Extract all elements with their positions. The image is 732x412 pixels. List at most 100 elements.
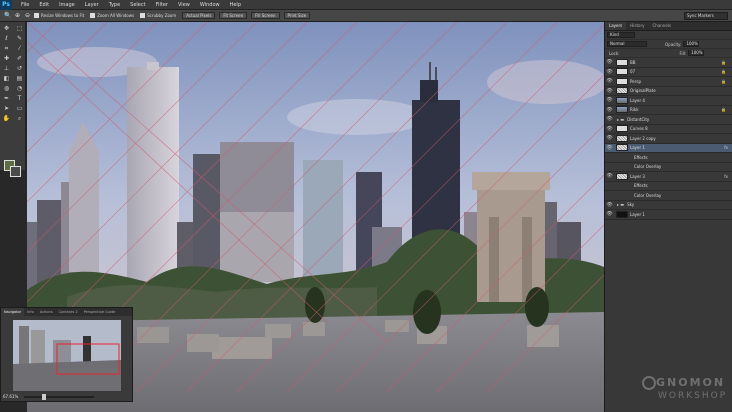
menu-layer[interactable]: Layer [80, 2, 104, 8]
visibility-eye-icon[interactable]: 👁 [605, 135, 614, 141]
zoom-in-icon[interactable]: ⊕ [14, 12, 21, 19]
layer-row[interactable]: 👁 Curves 8 [605, 125, 732, 134]
layer-thumbnail [616, 210, 628, 218]
navigator-preview[interactable] [13, 320, 121, 391]
layer-row[interactable]: 👁 Rikk 🔒 [605, 106, 732, 115]
workspace-switcher[interactable]: Sync Markers [684, 12, 728, 20]
layer-name: Color Overlay [634, 192, 662, 198]
menu-file[interactable]: File [16, 2, 34, 8]
crop-tool-icon[interactable]: ⌗ [2, 45, 11, 53]
blend-mode-select[interactable]: Normal [607, 41, 647, 47]
layer-row[interactable]: 👁 ▸ ▬ DistantCity [605, 115, 732, 125]
zoom-slider-handle[interactable] [42, 393, 47, 400]
blur-tool-icon[interactable]: ◍ [2, 85, 11, 93]
history-brush-tool-icon[interactable]: ↺ [15, 65, 24, 73]
print-size-button[interactable]: Print Size [283, 12, 311, 19]
fill-screen-button[interactable]: Fill Screen [251, 12, 280, 19]
gradient-tool-icon[interactable]: ▤ [15, 75, 24, 83]
folder-icon[interactable]: ▸ ▬ [617, 117, 624, 122]
tab-channels[interactable]: Channels [648, 22, 675, 30]
resize-windows-checkbox[interactable]: Resize Windows to Fit [34, 13, 84, 18]
menu-select[interactable]: Select [125, 2, 150, 8]
visibility-eye-icon[interactable]: 👁 [605, 69, 614, 75]
layer-row[interactable]: Effects [605, 182, 732, 191]
layer-row[interactable]: 👁 Persp 🔒 [605, 77, 732, 87]
menu-view[interactable]: View [173, 2, 195, 8]
layer-row[interactable]: 👁 07 🔒 [605, 68, 732, 77]
clone-stamp-tool-icon[interactable]: ⊥ [2, 65, 11, 73]
type-tool-icon[interactable]: T [15, 95, 24, 103]
layers-list: 👁 BB 🔒 👁 07 🔒 👁 Persp 🔒 👁 OriginalPlate 👁 Layer 4 👁 Ri… [605, 58, 732, 220]
tab-layers[interactable]: Layers [605, 22, 627, 30]
tab-navigator[interactable]: Navigator [1, 308, 25, 316]
pen-tool-icon[interactable]: ✒ [2, 95, 11, 103]
menu-window[interactable]: Window [195, 2, 225, 8]
marquee-tool-icon[interactable]: ⬚ [15, 25, 24, 33]
brush-tool-icon[interactable]: ✐ [15, 55, 24, 63]
tab-info[interactable]: Info [24, 308, 37, 316]
layer-name: Effects [634, 183, 648, 189]
tab-perspective-guide[interactable]: Perspective Guide [81, 308, 119, 316]
move-tool-icon[interactable]: ✥ [2, 25, 11, 33]
menu-type[interactable]: Type [104, 2, 125, 8]
eraser-tool-icon[interactable]: ◧ [2, 75, 11, 83]
layer-row[interactable]: 👁 Layer 2 copy [605, 134, 732, 144]
layer-row[interactable]: 👁 OriginalPlate [605, 87, 732, 96]
filter-kind-select[interactable]: Kind [607, 32, 635, 38]
menu-image[interactable]: Image [54, 2, 80, 8]
layer-row[interactable]: 👁 Layer 1 [605, 210, 732, 220]
visibility-eye-icon[interactable]: 👁 [605, 78, 614, 84]
layer-row[interactable]: Color Overlay [605, 163, 732, 172]
path-select-tool-icon[interactable]: ➤ [2, 105, 11, 113]
fill-field[interactable]: 100% [688, 50, 705, 56]
quick-select-tool-icon[interactable]: ✎ [15, 35, 24, 43]
layer-name: Color Overlay [634, 164, 662, 170]
visibility-eye-icon[interactable]: 👁 [605, 211, 614, 217]
layer-row[interactable]: Color Overlay [605, 191, 732, 201]
zoom-slider[interactable] [24, 393, 95, 400]
tab-history[interactable]: History [626, 22, 648, 30]
layer-fx-badge[interactable]: fx [724, 145, 728, 150]
visibility-eye-icon[interactable]: 👁 [605, 107, 614, 113]
folder-icon[interactable]: ▸ ▬ [617, 202, 624, 207]
zoom-all-windows-checkbox[interactable]: Zoom All Windows [90, 13, 134, 18]
fit-screen-button[interactable]: Fit Screen [219, 12, 248, 19]
eyedropper-tool-icon[interactable]: ⁄ [15, 45, 24, 53]
visibility-eye-icon[interactable]: 👁 [605, 116, 614, 122]
actual-pixels-button[interactable]: Actual Pixels [182, 12, 216, 19]
opacity-field[interactable]: 100% [683, 41, 700, 47]
visibility-eye-icon[interactable]: 👁 [605, 97, 614, 103]
healing-tool-icon[interactable]: ✚ [2, 55, 11, 63]
visibility-eye-icon[interactable]: 👁 [605, 145, 614, 151]
layer-row[interactable]: 👁 BB 🔒 [605, 58, 732, 68]
layer-thumbnail [616, 125, 628, 133]
menu-edit[interactable]: Edit [34, 2, 54, 8]
layer-row[interactable]: Effects [605, 153, 732, 163]
zoom-tool-icon[interactable]: 🔍 [4, 12, 11, 19]
zoom-tool-icon[interactable]: ⌕ [15, 115, 24, 123]
menu-help[interactable]: Help [225, 2, 246, 8]
layer-row[interactable]: 👁 Layer 1 fx [605, 143, 732, 153]
visibility-eye-icon[interactable]: 👁 [605, 202, 614, 208]
background-color-swatch[interactable] [10, 166, 21, 177]
layer-row[interactable]: 👁 Layer 3 fx [605, 172, 732, 182]
scrubby-zoom-checkbox[interactable]: Scrubby Zoom [140, 13, 176, 18]
layer-fx-badge[interactable]: fx [724, 174, 728, 179]
visibility-eye-icon[interactable]: 👁 [605, 59, 614, 65]
color-swatches[interactable] [4, 160, 22, 178]
visibility-eye-icon[interactable]: 👁 [605, 88, 614, 94]
layer-row[interactable]: 👁 Layer 4 [605, 96, 732, 106]
zoom-out-icon[interactable]: ⊖ [24, 12, 31, 19]
dodge-tool-icon[interactable]: ◔ [15, 85, 24, 93]
tab-actions[interactable]: Actions [37, 308, 56, 316]
shape-tool-icon[interactable]: ▭ [15, 105, 24, 113]
lasso-tool-icon[interactable]: ℓ [2, 35, 11, 43]
visibility-eye-icon[interactable]: 👁 [605, 126, 614, 132]
hand-tool-icon[interactable]: ✋ [2, 115, 11, 123]
tab-contents[interactable]: Contents 2 [56, 308, 81, 316]
menu-filter[interactable]: Filter [151, 2, 173, 8]
zoom-percentage[interactable]: 67.61% [3, 394, 18, 399]
lock-icon: 🔒 [721, 107, 726, 113]
layer-row[interactable]: 👁 ▸ ▬ Sky [605, 201, 732, 210]
visibility-eye-icon[interactable]: 👁 [605, 173, 614, 179]
